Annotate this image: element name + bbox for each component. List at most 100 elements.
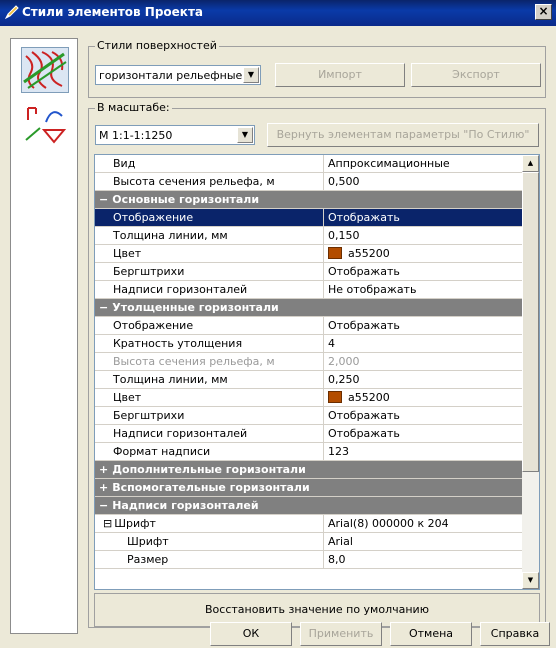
property-row[interactable]: Кратность утолщения 4 [95, 335, 523, 353]
property-name: Цвет [95, 389, 323, 406]
combo-arrow-icon[interactable]: ▼ [237, 127, 253, 143]
close-button[interactable]: × [535, 4, 552, 20]
property-value-text: 4 [328, 337, 335, 350]
scale-label: В масштабе: [95, 101, 172, 114]
property-name: − Надписи горизонталей [99, 497, 259, 514]
cancel-button[interactable]: Отмена [390, 622, 472, 646]
property-value[interactable]: Arial [323, 533, 523, 550]
color-swatch[interactable] [328, 247, 342, 259]
property-name: Высота сечения рельефа, м [95, 353, 323, 370]
property-value[interactable]: 2,000 [323, 353, 523, 370]
category-row[interactable]: − Основные горизонтали [95, 191, 523, 209]
reset-style-button[interactable]: Вернуть элементам параметры "По Стилю" [267, 123, 539, 147]
combo-arrow-icon[interactable]: ▼ [243, 67, 259, 83]
scroll-thumb[interactable] [522, 172, 539, 472]
category-row[interactable]: − Утолщенные горизонтали [95, 299, 523, 317]
property-row[interactable]: Высота сечения рельефа, м 0,500 [95, 173, 523, 191]
export-button[interactable]: Экспорт [411, 63, 541, 87]
property-value[interactable]: Отображать [323, 209, 523, 226]
title-bar: Стили элементов Проекта × [0, 0, 556, 26]
property-name: Цвет [95, 245, 323, 262]
property-value[interactable]: 4 [323, 335, 523, 352]
property-label: Цвет [113, 247, 142, 260]
property-value-text: 8,0 [328, 553, 346, 566]
property-label: Шрифт [127, 535, 169, 548]
dialog-body: Стили поверхностей горизонтали рельефные… [0, 26, 556, 648]
property-value-text: Отображать [328, 319, 400, 332]
property-row[interactable]: Отображение Отображать [95, 317, 523, 335]
scroll-up-icon[interactable]: ▲ [522, 155, 539, 172]
property-value[interactable]: a55200 [323, 245, 523, 262]
property-label: Высота сечения рельефа, м [113, 175, 275, 188]
contour-lines-icon[interactable] [21, 47, 69, 93]
expander-icon[interactable]: − [99, 193, 108, 206]
color-swatch[interactable] [328, 391, 342, 403]
category-row[interactable]: + Вспомогательные горизонтали [95, 479, 523, 497]
property-row[interactable]: Формат надписи 123 [95, 443, 523, 461]
property-row[interactable]: Толщина линии, мм 0,150 [95, 227, 523, 245]
property-value[interactable]: Arial(8) 000000 к 204 [323, 515, 523, 532]
property-label: Размер [127, 553, 169, 566]
expander-icon[interactable]: + [99, 463, 108, 476]
style-tools-icon[interactable] [21, 101, 69, 147]
property-row[interactable]: Высота сечения рельефа, м 2,000 [95, 353, 523, 371]
tree-toggle-icon[interactable]: ⊟ [103, 517, 112, 530]
help-button[interactable]: Справка [480, 622, 550, 646]
import-button[interactable]: Импорт [275, 63, 405, 87]
property-row[interactable]: ⊟ Шрифт Arial(8) 000000 к 204 [95, 515, 523, 533]
property-row[interactable]: Шрифт Arial [95, 533, 523, 551]
property-row[interactable]: Отображение Отображать [95, 209, 523, 227]
category-row[interactable]: + Дополнительные горизонтали [95, 461, 523, 479]
property-row[interactable]: Надписи горизонталей Не отображать [95, 281, 523, 299]
category-row[interactable]: − Надписи горизонталей [95, 497, 523, 515]
property-label: Отображение [113, 211, 194, 224]
property-name: Вид [95, 155, 323, 172]
property-name: Отображение [95, 209, 323, 226]
property-value[interactable]: Отображать [323, 425, 523, 442]
scale-select[interactable]: М 1:1-1:1250 ▼ [95, 125, 255, 145]
property-row[interactable]: Бергштрихи Отображать [95, 407, 523, 425]
property-row[interactable]: Бергштрихи Отображать [95, 263, 523, 281]
property-value[interactable]: 0,150 [323, 227, 523, 244]
scroll-down-icon[interactable]: ▼ [522, 572, 539, 589]
property-value-text: Не отображать [328, 283, 417, 296]
property-row[interactable]: Размер 8,0 [95, 551, 523, 569]
property-value[interactable]: 0,500 [323, 173, 523, 190]
apply-button[interactable]: Применить [300, 622, 382, 646]
scale-value: М 1:1-1:1250 [99, 129, 173, 142]
property-label: Вид [113, 157, 136, 170]
property-row[interactable]: Цвет a55200 [95, 245, 523, 263]
property-name: Шрифт [95, 533, 323, 550]
property-value[interactable]: 123 [323, 443, 523, 460]
vertical-scrollbar[interactable]: ▲ ▼ [522, 155, 539, 589]
property-label: Основные горизонтали [112, 193, 260, 206]
property-value-text: Аппроксимационные [328, 157, 450, 170]
surface-style-select[interactable]: горизонтали рельефные ▼ [95, 65, 261, 85]
property-value-text: a55200 [348, 247, 390, 260]
surface-styles-group: Стили поверхностей горизонтали рельефные… [88, 39, 546, 98]
property-label: Надписи горизонталей [113, 283, 248, 296]
property-value[interactable]: Отображать [323, 263, 523, 280]
property-value[interactable]: a55200 [323, 389, 523, 406]
property-name: Толщина линии, мм [95, 371, 323, 388]
property-value[interactable]: Отображать [323, 407, 523, 424]
property-value[interactable]: Отображать [323, 317, 523, 334]
property-row[interactable]: Надписи горизонталей Отображать [95, 425, 523, 443]
property-row[interactable]: Цвет a55200 [95, 389, 523, 407]
ok-button[interactable]: ОК [210, 622, 292, 646]
property-value-text: 123 [328, 445, 349, 458]
property-label: Бергштрихи [113, 409, 185, 422]
property-name: ⊟ Шрифт [95, 515, 323, 532]
property-value[interactable]: 8,0 [323, 551, 523, 568]
property-grid[interactable]: Вид Аппроксимационные Высота сечения релье… [94, 154, 540, 590]
property-label: Дополнительные горизонтали [112, 463, 306, 476]
property-value[interactable]: Аппроксимационные [323, 155, 523, 172]
expander-icon[interactable]: − [99, 301, 108, 314]
property-row[interactable]: Толщина линии, мм 0,250 [95, 371, 523, 389]
expander-icon[interactable]: − [99, 499, 108, 512]
property-value[interactable]: 0,250 [323, 371, 523, 388]
property-row[interactable]: Вид Аппроксимационные [95, 155, 523, 173]
property-value[interactable]: Не отображать [323, 281, 523, 298]
expander-icon[interactable]: + [99, 481, 108, 494]
property-name: Надписи горизонталей [95, 281, 323, 298]
